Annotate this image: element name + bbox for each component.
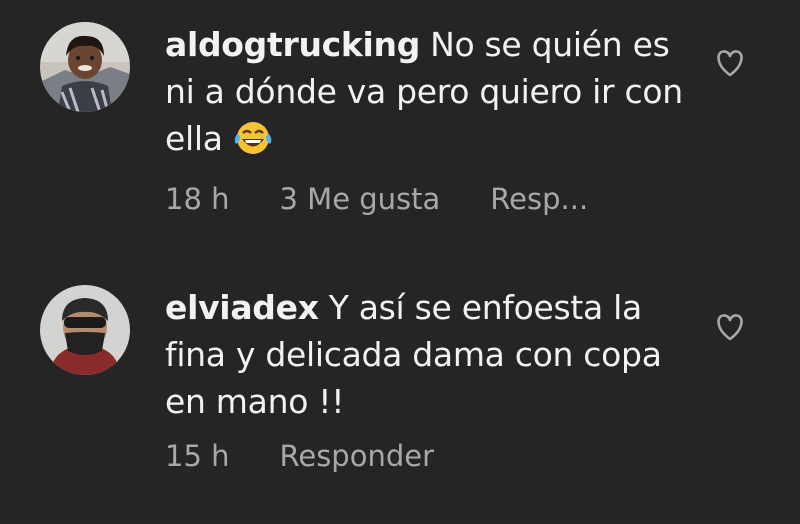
avatar[interactable]	[40, 22, 130, 112]
face-with-tears-of-joy-icon	[233, 120, 273, 168]
comment-text: aldogtrucking No se quién es ni a dónde v…	[165, 21, 695, 168]
comment-text: elviadex Y así se enfoesta la fina y deli…	[165, 284, 695, 425]
comment-username[interactable]: aldogtrucking	[165, 25, 420, 64]
comment-meta: 15 h Responder	[165, 439, 695, 473]
comment-timestamp: 18 h	[165, 182, 230, 216]
reply-button[interactable]: Responder	[280, 439, 435, 473]
avatar[interactable]	[40, 285, 130, 375]
comment-timestamp: 15 h	[165, 439, 230, 473]
comment-username[interactable]: elviadex	[165, 288, 319, 327]
like-heart-icon[interactable]	[714, 48, 746, 78]
like-heart-icon[interactable]	[714, 312, 746, 342]
reply-button[interactable]: Resp...	[490, 182, 588, 216]
comment-likes-link[interactable]: 3 Me gusta	[280, 182, 441, 216]
comment-meta: 18 h 3 Me gusta Resp...	[165, 182, 695, 216]
